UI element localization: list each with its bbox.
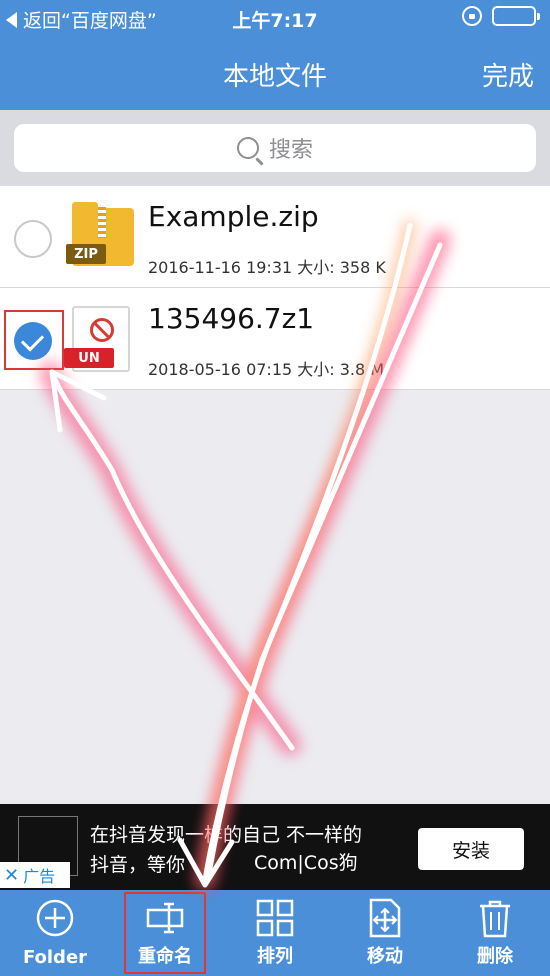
sort-button[interactable]: 排列: [220, 890, 330, 976]
file-meta: 2018-05-16 07:15 大小: 3.8 M: [148, 360, 385, 379]
bottom-toolbar: Folder 重命名 排列 移动 删除: [0, 890, 550, 976]
zip-file-icon: ZIP: [66, 202, 134, 270]
no-symbol-icon: [90, 318, 114, 342]
selection-highlight-box: [4, 310, 64, 370]
rename-button[interactable]: 重命名: [110, 890, 220, 976]
ad-text: 在抖音发现一样的自己 不一样的 抖音，等你: [90, 820, 410, 880]
orientation-lock-icon: [462, 6, 482, 26]
close-icon[interactable]: ✕: [4, 865, 19, 886]
file-type-tag: ZIP: [66, 244, 106, 264]
arrow-to-checkbox-icon: [49, 369, 295, 751]
sort-label: 排列: [257, 946, 293, 967]
ad-line-1: 在抖音发现一样的自己 不一样的: [90, 824, 363, 846]
rename-label: 重命名: [138, 946, 192, 967]
file-list: ZIP Example.zip 2016-11-16 19:31 大小: 358…: [0, 186, 550, 390]
search-icon: [236, 137, 259, 159]
grid-icon: [256, 899, 294, 937]
search-placeholder: 搜索: [268, 138, 313, 163]
file-name: 135496.7z1: [148, 302, 315, 335]
ad-badge[interactable]: ✕ 广告: [0, 862, 70, 888]
ad-banner[interactable]: 在抖音发现一样的自己 不一样的 抖音，等你 安装: [0, 804, 550, 890]
file-name: Example.zip: [148, 200, 319, 233]
watermark-text: Com|Cos狗: [254, 852, 358, 874]
file-meta: 2016-11-16 19:31 大小: 358 K: [148, 258, 386, 277]
move-label: 移动: [367, 946, 403, 967]
file-type-tag: UN: [64, 348, 114, 368]
trash-icon: [480, 900, 510, 938]
file-row[interactable]: UN 135496.7z1 2018-05-16 07:15 大小: 3.8 M: [0, 288, 550, 390]
file-row[interactable]: ZIP Example.zip 2016-11-16 19:31 大小: 358…: [0, 186, 550, 288]
plus-circle-icon: [36, 899, 74, 937]
ad-badge-label: 广告: [23, 867, 56, 886]
move-icon: [369, 898, 401, 938]
top-bar: 返回“百度网盘” 上午7:17 本地文件 完成: [0, 0, 550, 110]
battery-icon: [492, 6, 540, 26]
new-folder-button[interactable]: Folder: [0, 890, 110, 976]
ad-line-2: 抖音，等你: [90, 854, 186, 876]
new-folder-label: Folder: [22, 947, 88, 968]
search-area: 搜索: [0, 110, 550, 186]
delete-button[interactable]: 删除: [440, 890, 550, 976]
move-button[interactable]: 移动: [330, 890, 440, 976]
install-button[interactable]: 安装: [418, 828, 524, 870]
status-icons: [462, 6, 540, 26]
unknown-file-icon: UN: [64, 306, 134, 372]
delete-label: 删除: [477, 946, 513, 967]
search-input[interactable]: 搜索: [14, 124, 536, 172]
status-bar: 返回“百度网盘” 上午7:17: [0, 0, 550, 36]
done-button[interactable]: 完成: [482, 56, 534, 93]
select-radio[interactable]: [14, 220, 52, 258]
page-title: 本地文件: [222, 62, 327, 92]
